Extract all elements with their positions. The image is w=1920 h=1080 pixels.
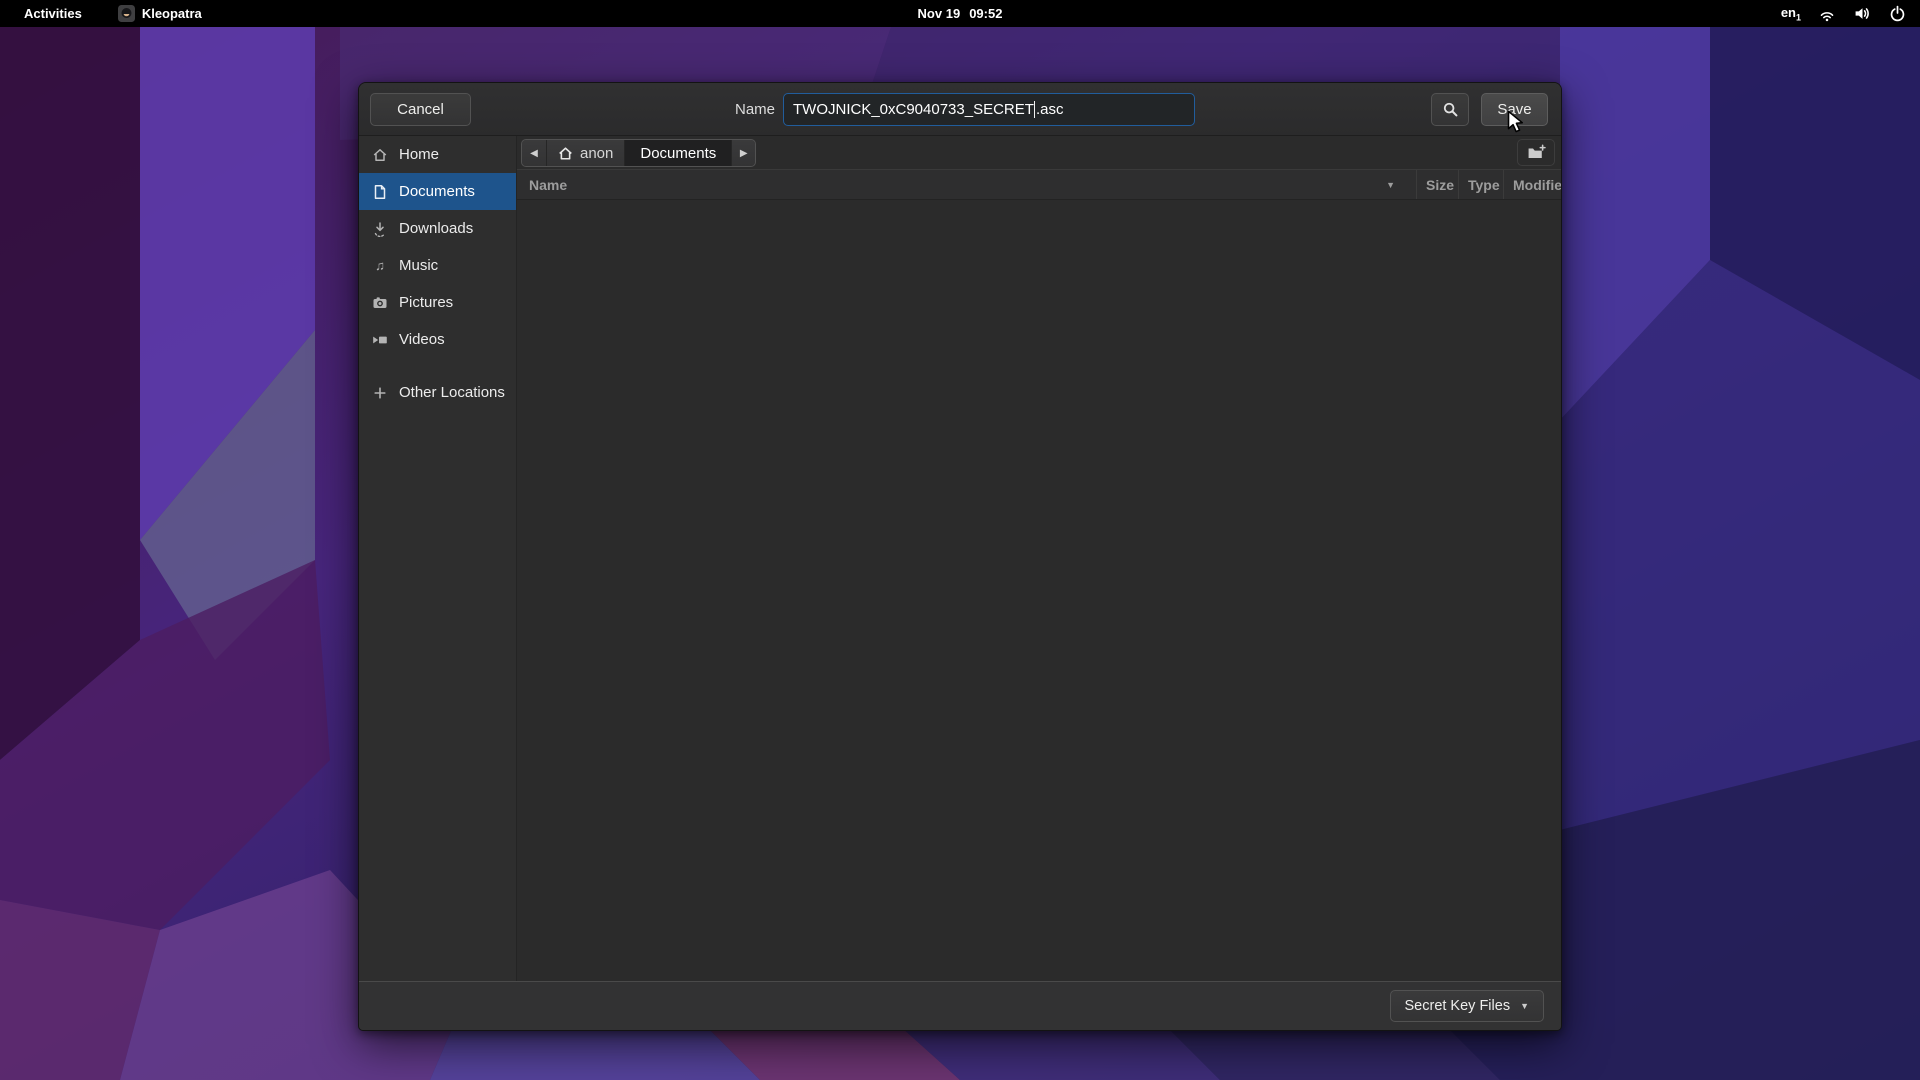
sidebar-item-label: Videos: [399, 331, 445, 348]
column-label: Name: [529, 177, 567, 193]
sidebar-item-label: Downloads: [399, 220, 473, 237]
file-list[interactable]: [517, 200, 1561, 981]
keyboard-layout-indicator[interactable]: en1: [1781, 5, 1801, 23]
activities-button[interactable]: Activities: [24, 6, 82, 21]
video-camera-icon: [372, 332, 388, 348]
clock-date: Nov 19: [918, 6, 961, 21]
sidebar-item-music[interactable]: ♫ Music: [359, 247, 516, 284]
search-button[interactable]: [1431, 93, 1469, 126]
system-status-area[interactable]: en1: [1781, 0, 1920, 27]
search-icon: [1442, 101, 1459, 118]
desktop: Activities Kleopatra Nov 19 09:52 en1: [0, 0, 1920, 1080]
wifi-icon[interactable]: [1818, 5, 1836, 22]
dialog-action-bar: Secret Key Files ▼: [359, 981, 1561, 1030]
filename-text-after-caret: .asc: [1036, 101, 1064, 118]
document-icon: [372, 184, 388, 200]
filename-label: Name: [689, 83, 775, 136]
file-browser-pane: ◀ anon Documents ▶: [517, 136, 1561, 981]
places-sidebar: Home Documents: [359, 136, 517, 981]
new-folder-button[interactable]: [1517, 139, 1555, 166]
column-header-modified[interactable]: Modified: [1503, 170, 1561, 199]
app-menu-label: Kleopatra: [142, 6, 202, 21]
volume-icon[interactable]: [1853, 5, 1872, 22]
path-bar-row: ◀ anon Documents ▶: [517, 136, 1561, 169]
path-bar: ◀ anon Documents ▶: [521, 139, 756, 167]
home-icon: [558, 146, 573, 161]
file-type-filter-dropdown[interactable]: Secret Key Files ▼: [1390, 990, 1545, 1022]
clock[interactable]: Nov 19 09:52: [0, 6, 1920, 21]
mouse-cursor: [1506, 110, 1528, 134]
sidebar-item-documents[interactable]: Documents: [359, 173, 516, 210]
plus-icon: [372, 385, 388, 401]
dialog-headerbar: Cancel Name TWOJNICK_0xC9040733_SECRET.a…: [359, 83, 1561, 136]
filter-label: Secret Key Files: [1405, 998, 1511, 1014]
gnome-top-bar: Activities Kleopatra Nov 19 09:52 en1: [0, 0, 1920, 27]
sidebar-item-pictures[interactable]: Pictures: [359, 284, 516, 321]
path-crumb-documents[interactable]: Documents: [624, 140, 731, 166]
path-back-button[interactable]: ◀: [522, 140, 546, 166]
save-file-dialog: Cancel Name TWOJNICK_0xC9040733_SECRET.a…: [358, 82, 1562, 1031]
column-header-name[interactable]: Name ▼: [517, 170, 1416, 199]
sort-descending-icon: ▼: [1386, 180, 1395, 190]
path-forward-button[interactable]: ▶: [731, 140, 755, 166]
sidebar-item-label: Home: [399, 146, 439, 163]
sidebar-item-label: Other Locations: [399, 384, 505, 401]
music-note-icon: ♫: [372, 258, 388, 274]
power-icon[interactable]: [1889, 5, 1906, 22]
sidebar-item-videos[interactable]: Videos: [359, 321, 516, 358]
sidebar-item-downloads[interactable]: Downloads: [359, 210, 516, 247]
download-icon: [372, 221, 388, 237]
filename-input[interactable]: TWOJNICK_0xC9040733_SECRET.asc: [783, 93, 1195, 126]
clock-time: 09:52: [969, 6, 1002, 21]
filename-text-before-caret: TWOJNICK_0xC9040733_SECRET: [793, 101, 1034, 118]
column-header-type[interactable]: Type: [1458, 170, 1503, 199]
column-header-size[interactable]: Size: [1416, 170, 1458, 199]
home-icon: [372, 147, 388, 163]
kleopatra-app-icon: [118, 5, 135, 22]
sidebar-item-label: Music: [399, 257, 438, 274]
camera-icon: [372, 295, 388, 311]
path-crumb-label: anon: [580, 145, 613, 162]
new-folder-icon: [1527, 144, 1546, 161]
path-crumb-home[interactable]: anon: [546, 140, 624, 166]
sidebar-item-home[interactable]: Home: [359, 136, 516, 173]
file-list-header: Name ▼ Size Type Modified: [517, 169, 1561, 200]
sidebar-item-label: Documents: [399, 183, 475, 200]
cancel-button[interactable]: Cancel: [370, 93, 471, 126]
chevron-down-icon: ▼: [1520, 1001, 1529, 1011]
sidebar-item-label: Pictures: [399, 294, 453, 311]
sidebar-item-other-locations[interactable]: Other Locations: [359, 374, 516, 411]
app-menu-kleopatra[interactable]: Kleopatra: [118, 5, 202, 22]
